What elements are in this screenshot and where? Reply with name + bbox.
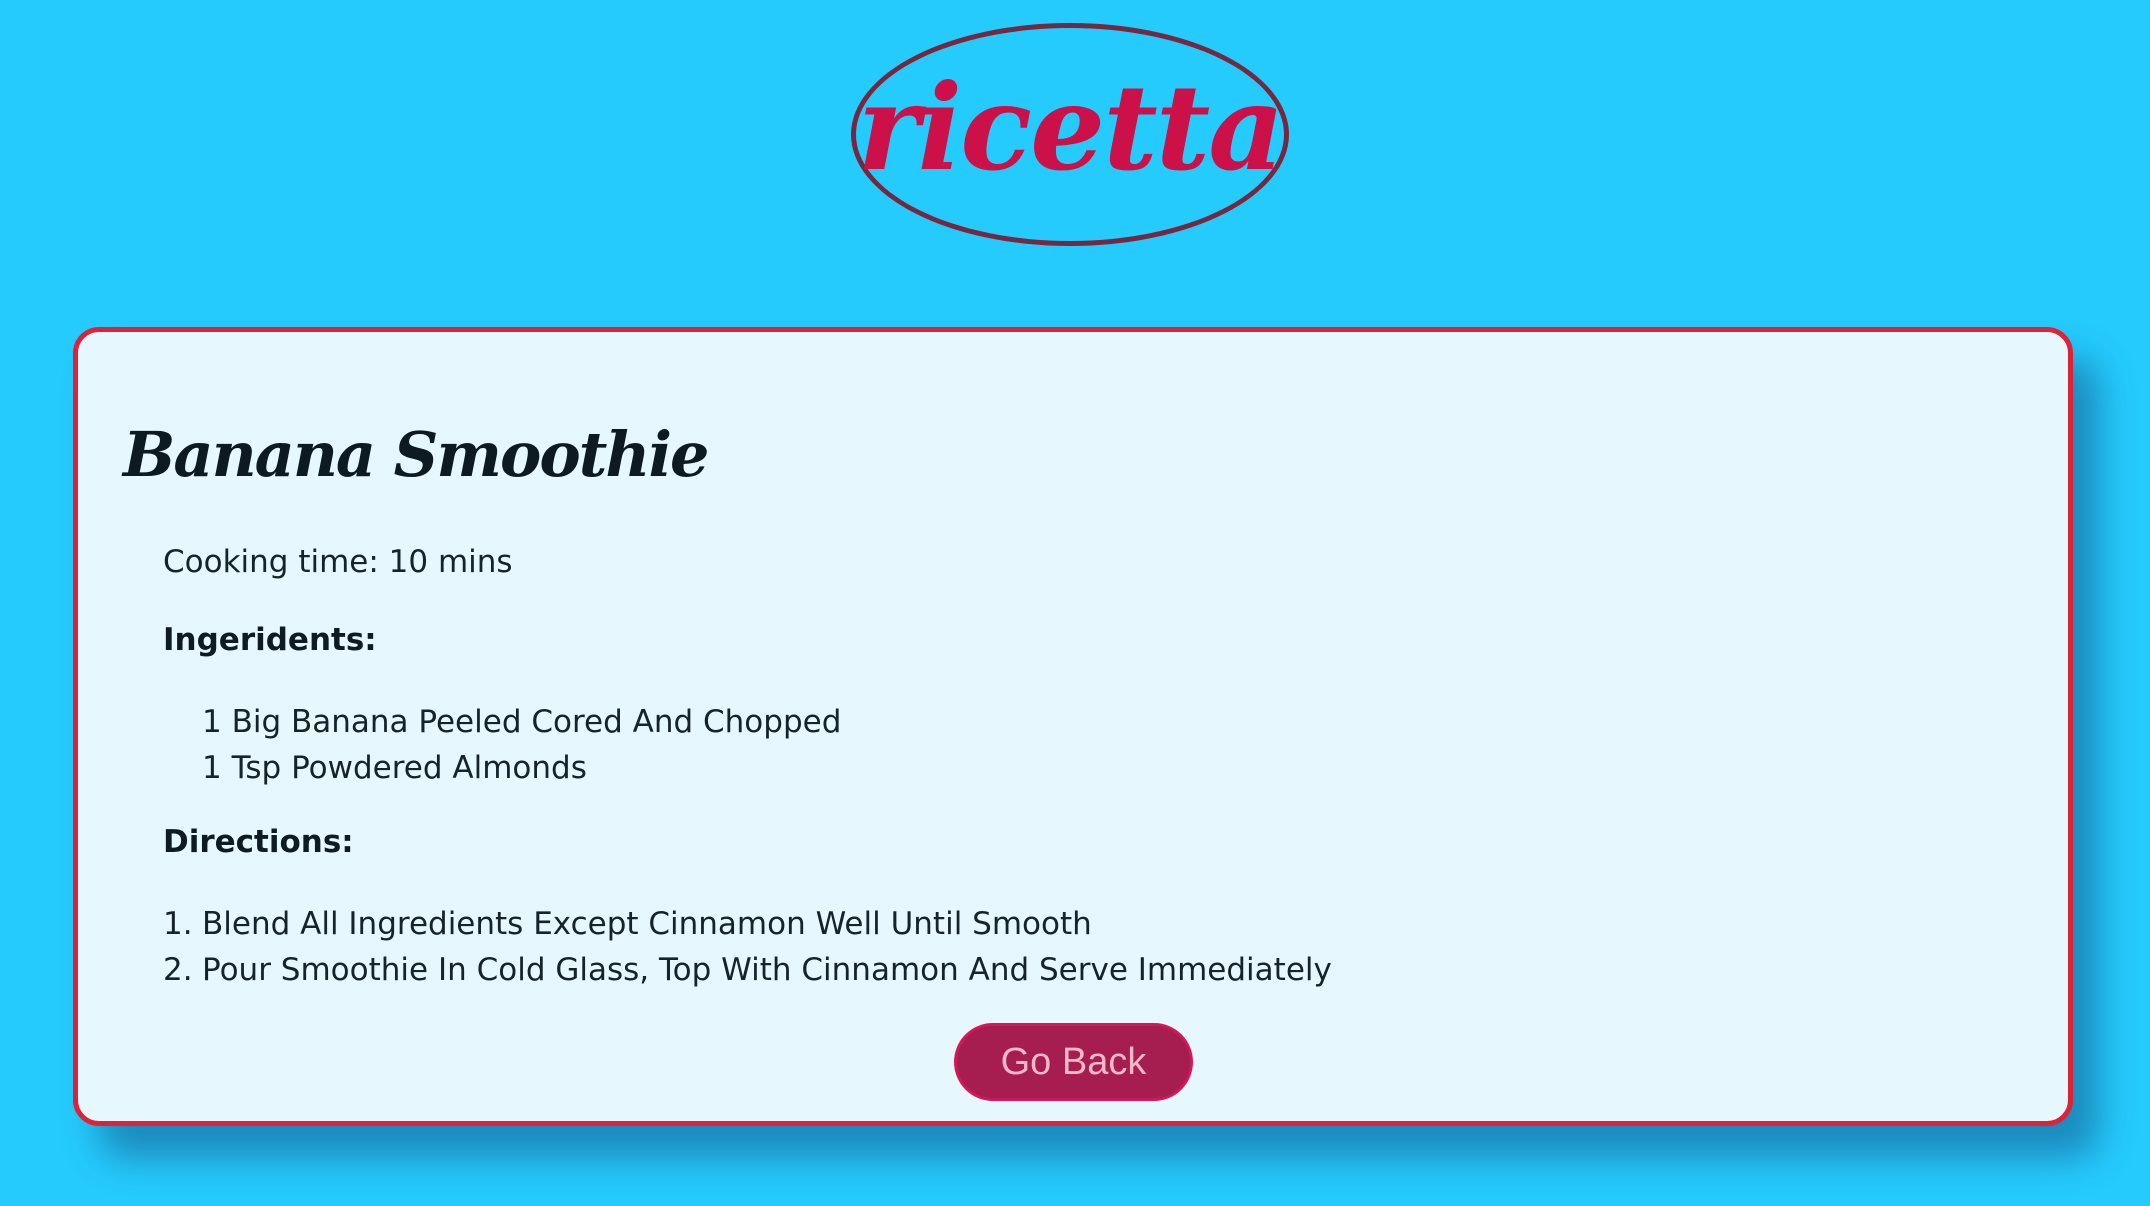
site-logo[interactable]: ricetta [851,23,1289,246]
directions-list: 1. Blend All Ingredients Except Cinnamon … [163,901,1332,993]
recipe-card: Banana Smoothie Cooking time: 10 mins In… [73,327,2073,1126]
direction-step: 1. Blend All Ingredients Except Cinnamon … [163,901,1332,947]
cooking-time: Cooking time: 10 mins [163,544,513,580]
directions-heading: Directions: [163,824,354,860]
ingredient-item: 1 Tsp Powdered Almonds [202,750,587,786]
go-back-button[interactable]: Go Back [954,1023,1193,1101]
ingredient-item: 1 Big Banana Peeled Cored And Chopped [202,704,842,740]
direction-step: 2. Pour Smoothie In Cold Glass, Top With … [163,947,1332,993]
recipe-title: Banana Smoothie [123,418,709,491]
ingredients-list: 1 Big Banana Peeled Cored And Chopped 1 … [202,699,841,791]
logo-text: ricetta [857,57,1284,197]
ingredients-heading: Ingeridents: [163,622,377,658]
step-number: 2. [163,952,193,988]
step-text: Blend All Ingredients Except Cinnamon We… [202,906,1092,942]
step-text: Pour Smoothie In Cold Glass, Top With Ci… [202,952,1332,988]
step-number: 1. [163,906,193,942]
